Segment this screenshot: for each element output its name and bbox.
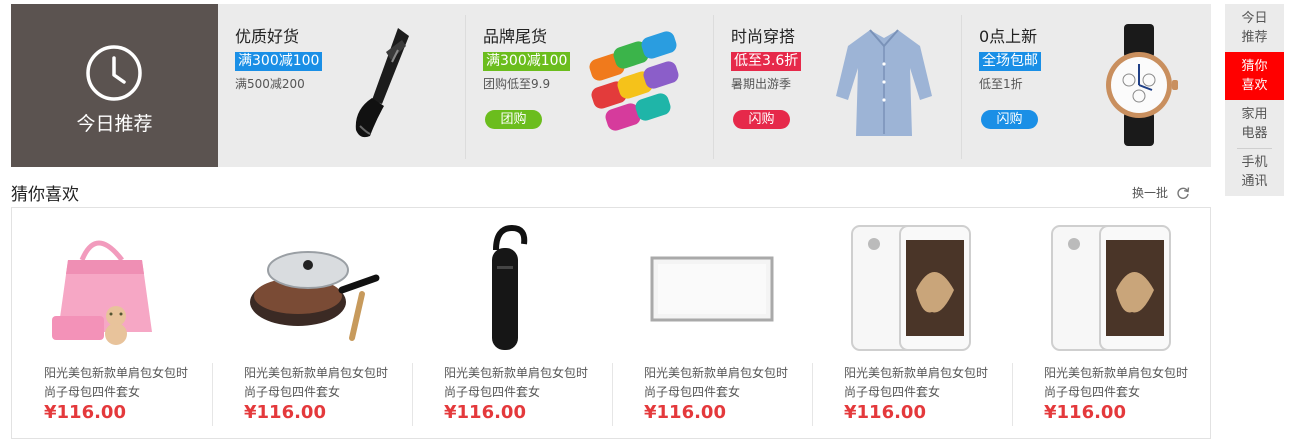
side-tab-label: 通讯 — [1241, 174, 1268, 189]
side-tab-home-appliances[interactable]: 家用 电器 — [1225, 100, 1284, 148]
side-tab-label: 猜你 — [1241, 59, 1268, 74]
today-recommend-block[interactable]: 今日推荐 — [11, 4, 218, 167]
product-name: 阳光美包新款单肩包女包时尚子母包四件套女 — [644, 366, 789, 399]
white-smartphone-image — [1051, 225, 1171, 351]
deal-title: 0点上新 — [979, 27, 1038, 46]
white-smartphone-image — [851, 225, 971, 351]
side-tab-label: 电器 — [1241, 126, 1268, 141]
deal-title: 优质好货 — [235, 27, 300, 46]
deal-subtitle: 低至1折 — [979, 77, 1023, 91]
clock-icon — [86, 45, 142, 101]
bluetooth-earpiece-image — [492, 224, 528, 350]
product-name: 阳光美包新款单肩包女包时尚子母包四件套女 — [844, 366, 989, 399]
product-price: ¥116.00 — [444, 402, 526, 423]
product-card[interactable]: 阳光美包新款单肩包女包时尚子母包四件套女 ¥116.00 — [1012, 208, 1212, 438]
deal-title: 品牌尾货 — [483, 27, 548, 46]
product-name: 阳光美包新款单肩包女包时尚子母包四件套女 — [1044, 366, 1189, 399]
product-name: 阳光美包新款单肩包女包时尚子母包四件套女 — [444, 366, 589, 399]
deal-promo-badge: 满300减100 — [235, 52, 323, 71]
blue-shirt-image — [836, 29, 932, 136]
handheld-vacuum-image — [355, 28, 409, 138]
product-grid: 阳光美包新款单肩包女包时尚子母包四件套女 ¥116.00 阳光美包新款单肩包女包… — [11, 207, 1211, 439]
side-tab-label: 喜欢 — [1241, 78, 1268, 93]
product-price: ¥116.00 — [44, 402, 126, 423]
product-price: ¥116.00 — [844, 402, 926, 423]
product-card[interactable]: 阳光美包新款单肩包女包时尚子母包四件套女 ¥116.00 — [812, 208, 1012, 438]
product-price: ¥116.00 — [644, 402, 726, 423]
deal-subtitle: 团购低至9.9 — [483, 77, 551, 91]
frying-pan-image — [250, 251, 380, 341]
recommend-banner: 今日推荐 优质好货 满300减100 满500减200 品牌尾货 满300减10… — [11, 4, 1211, 167]
group-buy-button[interactable]: 团购 — [485, 110, 542, 129]
refresh-icon — [1177, 186, 1190, 199]
deal-card-brand-clearance[interactable]: 品牌尾货 满300减100 团购低至9.9 团购 — [466, 4, 714, 167]
deal-subtitle: 暑期出游季 — [731, 77, 792, 91]
flash-sale-button[interactable]: 闪购 — [981, 110, 1038, 129]
deal-promo-badge: 全场包邮 — [979, 52, 1041, 71]
product-name: 阳光美包新款单肩包女包时尚子母包四件套女 — [44, 366, 189, 399]
flash-sale-button[interactable]: 闪购 — [733, 110, 790, 129]
product-card[interactable]: 阳光美包新款单肩包女包时尚子母包四件套女 ¥116.00 — [612, 208, 812, 438]
product-price: ¥116.00 — [244, 402, 326, 423]
led-panel-light-image — [650, 256, 774, 322]
deal-promo-badge: 满300减100 — [483, 52, 571, 71]
wrist-watch-image — [1106, 24, 1178, 146]
deal-card-fashion[interactable]: 时尚穿搭 低至3.6折 暑期出游季 闪购 — [714, 4, 962, 167]
deal-promo-badge: 低至3.6折 — [731, 52, 802, 71]
folded-towels-image — [589, 31, 679, 131]
side-tab-guess-you-like[interactable]: 猜你 喜欢 — [1225, 52, 1284, 100]
section-title: 猜你喜欢 — [11, 185, 79, 205]
pink-handbag-image — [52, 240, 152, 345]
refresh-label: 换一批 — [1132, 186, 1169, 200]
deal-subtitle: 满500减200 — [235, 77, 305, 91]
side-tab-mobile-phones[interactable]: 手机 通讯 — [1225, 148, 1284, 196]
today-recommend-label: 今日推荐 — [76, 113, 153, 135]
deal-card-new-arrivals[interactable]: 0点上新 全场包邮 低至1折 闪购 — [962, 4, 1210, 167]
refresh-batch-button[interactable]: 换一批 — [1132, 184, 1190, 201]
side-tab-label: 手机 — [1241, 155, 1268, 170]
side-tab-label: 家用 — [1241, 107, 1268, 122]
side-tab-today-recommend[interactable]: 今日 推荐 — [1225, 4, 1284, 52]
product-card[interactable]: 阳光美包新款单肩包女包时尚子母包四件套女 ¥116.00 — [412, 208, 612, 438]
deal-title: 时尚穿搭 — [731, 27, 796, 46]
product-name: 阳光美包新款单肩包女包时尚子母包四件套女 — [244, 366, 389, 399]
category-side-tabs: 今日 推荐 猜你 喜欢 家用 电器 手机 通讯 — [1225, 4, 1284, 196]
product-card[interactable]: 阳光美包新款单肩包女包时尚子母包四件套女 ¥116.00 — [212, 208, 412, 438]
product-card[interactable]: 阳光美包新款单肩包女包时尚子母包四件套女 ¥116.00 — [12, 208, 212, 438]
deal-card-quality-goods[interactable]: 优质好货 满300减100 满500减200 — [218, 4, 466, 167]
product-price: ¥116.00 — [1044, 402, 1126, 423]
side-tab-label: 今日 — [1241, 11, 1268, 26]
side-tab-label: 推荐 — [1241, 30, 1268, 45]
